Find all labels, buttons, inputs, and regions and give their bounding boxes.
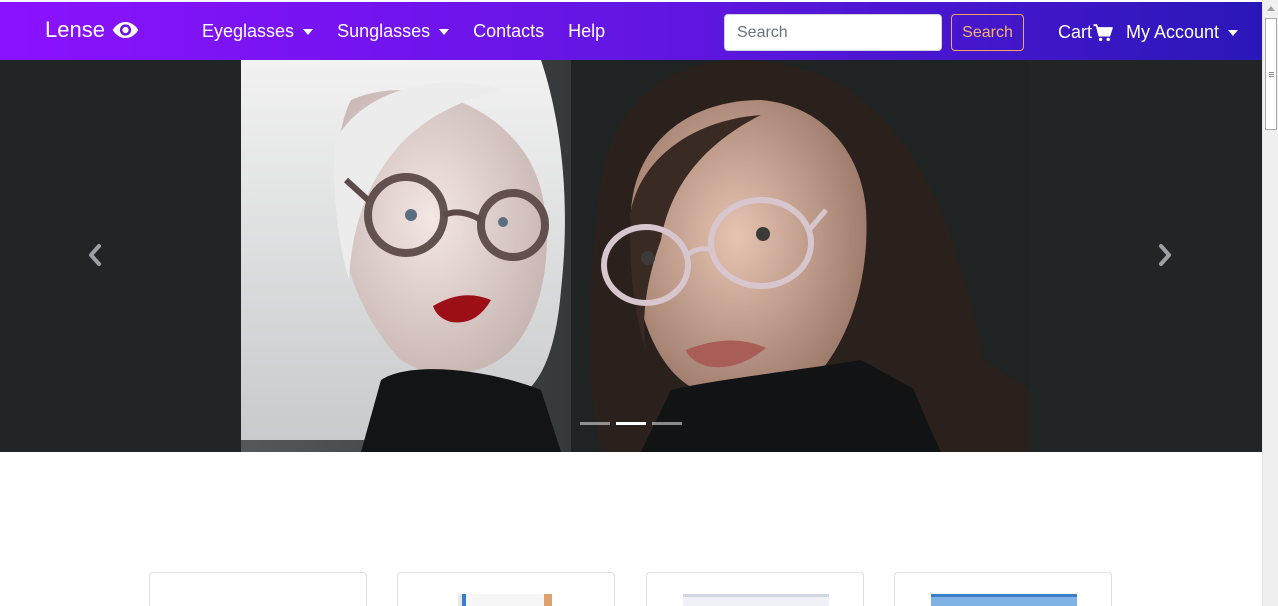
- nav-links: Eyeglasses Sunglasses Contacts Help: [202, 21, 629, 42]
- carousel-slide-image: [241, 60, 1029, 452]
- brand-name: Lense: [45, 17, 105, 42]
- my-account-label: My Account: [1126, 22, 1220, 42]
- carousel-prev-button[interactable]: [84, 240, 104, 270]
- page: Lense Eyeglasses Sunglasses Contacts Hel…: [0, 0, 1262, 606]
- product-cards: [0, 572, 1262, 606]
- product-image: [683, 594, 829, 606]
- scroll-up-arrow-icon[interactable]: [1267, 6, 1275, 11]
- product-card[interactable]: [646, 572, 864, 606]
- carousel-indicator[interactable]: [652, 422, 682, 425]
- carousel-indicator-active[interactable]: [616, 422, 646, 425]
- caret-down-icon: [439, 28, 450, 35]
- grip-icon: [1269, 72, 1274, 73]
- cart-label: Cart: [1058, 22, 1093, 42]
- nav-help-link[interactable]: Help: [568, 21, 605, 42]
- product-image: [931, 594, 1077, 606]
- product-image: [458, 594, 552, 606]
- nav-eyeglasses-dropdown[interactable]: Eyeglasses: [202, 21, 314, 42]
- eye-icon: [112, 22, 139, 38]
- carousel-indicator[interactable]: [580, 422, 610, 425]
- navbar: Lense Eyeglasses Sunglasses Contacts Hel…: [0, 2, 1262, 60]
- brand-logo[interactable]: Lense: [45, 17, 139, 43]
- nav-sunglasses-dropdown[interactable]: Sunglasses: [337, 21, 450, 42]
- shopping-cart-icon: [1093, 23, 1113, 41]
- carousel-next-button[interactable]: [1156, 240, 1176, 270]
- carousel-indicators: [580, 422, 688, 425]
- product-card[interactable]: [894, 572, 1112, 606]
- nav-contacts-label: Contacts: [473, 21, 545, 41]
- hero-carousel: [0, 60, 1262, 452]
- search-button[interactable]: Search: [951, 14, 1024, 51]
- nav-eyeglasses-label: Eyeglasses: [202, 21, 295, 41]
- chevron-left-icon: [89, 244, 101, 266]
- page-scrollbar[interactable]: [1262, 0, 1278, 606]
- search-input[interactable]: [724, 14, 942, 51]
- product-card[interactable]: [397, 572, 615, 606]
- nav-help-label: Help: [568, 21, 606, 41]
- caret-down-icon: [1228, 29, 1239, 36]
- product-card[interactable]: [149, 572, 367, 606]
- scrollbar-thumb[interactable]: [1265, 18, 1277, 130]
- my-account-dropdown[interactable]: My Account: [1126, 22, 1239, 43]
- nav-sunglasses-label: Sunglasses: [337, 21, 431, 41]
- nav-contacts-link[interactable]: Contacts: [473, 21, 544, 42]
- slide-photo: [241, 60, 1029, 452]
- chevron-right-icon: [1159, 244, 1171, 266]
- caret-down-icon: [303, 28, 314, 35]
- cart-link[interactable]: Cart: [1058, 22, 1113, 43]
